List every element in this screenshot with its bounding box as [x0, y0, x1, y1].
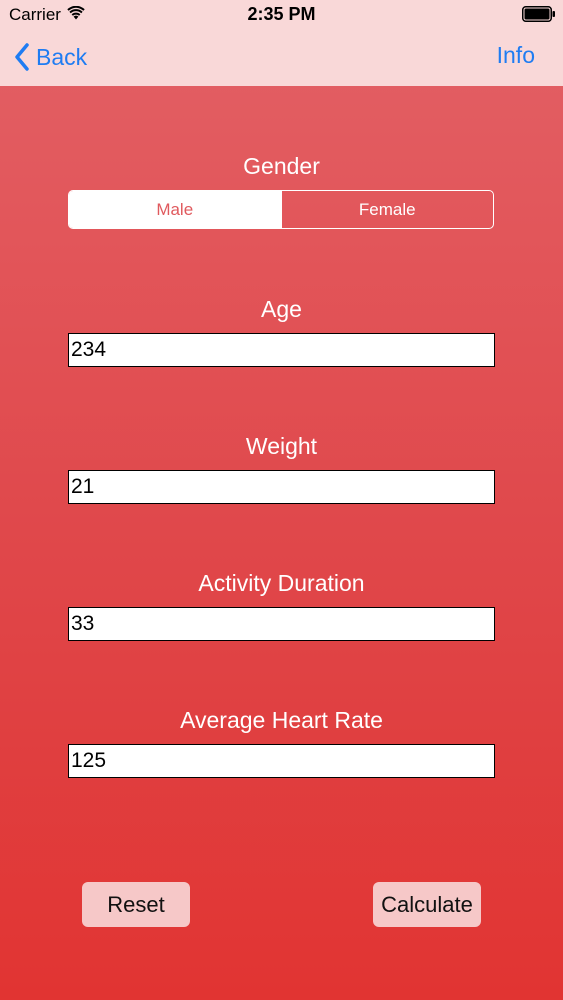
average-heart-rate-input[interactable]: [68, 744, 495, 778]
weight-input[interactable]: [68, 470, 495, 504]
reset-button[interactable]: Reset: [82, 882, 190, 927]
segment-female[interactable]: Female: [280, 191, 494, 228]
status-bar: Carrier 2:35 PM: [0, 0, 563, 30]
gender-label: Gender: [243, 153, 320, 179]
navigation-bar: Carrier 2:35 PM Back Info: [0, 0, 563, 86]
status-time: 2:35 PM: [247, 4, 316, 24]
back-button-label: Back: [36, 43, 88, 70]
weight-label: Weight: [245, 433, 318, 459]
battery-icon: [522, 6, 555, 22]
average-heart-rate-label: Average Heart Rate: [180, 707, 383, 733]
gender-segmented-control: Male Female: [68, 190, 494, 229]
back-button[interactable]: Back: [14, 40, 87, 74]
activity-duration-input[interactable]: [68, 607, 495, 641]
age-label: Age: [261, 296, 302, 322]
calculate-button[interactable]: Calculate: [373, 882, 481, 927]
activity-duration-label: Activity Duration: [198, 570, 365, 596]
segment-male[interactable]: Male: [69, 191, 281, 228]
info-button[interactable]: Info: [497, 42, 535, 69]
chevron-left-icon: [15, 43, 29, 71]
age-input[interactable]: [68, 333, 495, 367]
